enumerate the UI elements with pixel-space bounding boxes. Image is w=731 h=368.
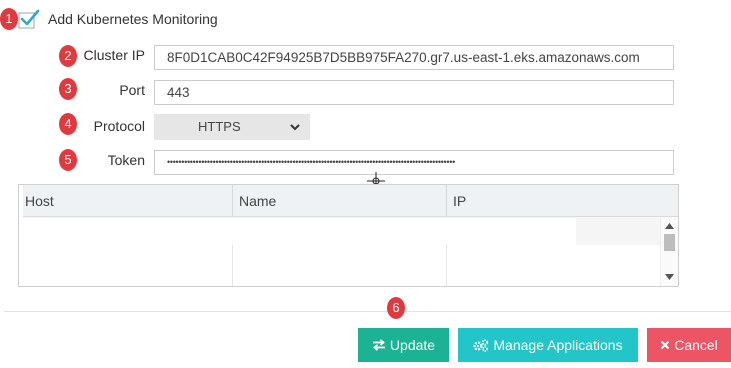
chevron-down-icon	[290, 124, 300, 131]
port-input[interactable]: 443	[154, 80, 674, 105]
cancel-button-label: Cancel	[674, 337, 718, 353]
table-row-blank	[23, 218, 576, 245]
step-badge-2: 2	[59, 45, 77, 67]
footer-divider	[4, 311, 731, 312]
column-host[interactable]: Host	[19, 185, 233, 217]
checkmark-icon[interactable]	[18, 9, 40, 29]
column-name[interactable]: Name	[233, 185, 447, 217]
port-label: Port	[119, 82, 145, 98]
add-kubernetes-monitoring-label: Add Kubernetes Monitoring	[48, 11, 218, 27]
cluster-ip-label: Cluster IP	[83, 47, 145, 63]
update-button[interactable]: Update	[358, 328, 449, 362]
step-badge-6: 6	[387, 297, 405, 319]
hosts-table: Host Name IP	[18, 184, 679, 287]
cogs-icon	[473, 338, 489, 352]
scroll-down-arrow-icon[interactable]	[665, 274, 674, 280]
table-scrollbar[interactable]	[660, 217, 678, 286]
close-icon	[660, 340, 670, 350]
token-label: Token	[107, 152, 145, 168]
scroll-up-arrow-icon[interactable]	[665, 223, 674, 229]
table-header-corner	[660, 185, 678, 217]
column-ip[interactable]: IP	[447, 185, 661, 217]
protocol-label: Protocol	[93, 118, 145, 134]
kubernetes-monitoring-dialog: 1 Add Kubernetes Monitoring 2 Cluster IP…	[0, 0, 731, 368]
table-edge	[19, 185, 23, 254]
table-header: Host Name IP	[19, 185, 661, 217]
cluster-ip-input[interactable]: 8F0D1CAB0C42F94925B7D5BB975FA270.gr7.us-…	[154, 45, 674, 70]
cancel-button[interactable]: Cancel	[647, 328, 731, 362]
update-button-label: Update	[389, 337, 436, 353]
token-input[interactable]: ••••••••••••••••••••••••••••••••••••••••…	[154, 150, 674, 175]
step-badge-5: 5	[59, 149, 77, 171]
scrollbar-thumb[interactable]	[664, 234, 675, 251]
protocol-select[interactable]: HTTPS	[154, 114, 310, 140]
manage-applications-label: Manage Applications	[493, 337, 623, 353]
exchange-arrows-icon	[372, 339, 385, 351]
add-kubernetes-monitoring-checkbox[interactable]: Add Kubernetes Monitoring	[18, 8, 218, 30]
manage-applications-button[interactable]: Manage Applications	[458, 328, 638, 362]
step-badge-4: 4	[59, 113, 77, 135]
step-badge-3: 3	[59, 78, 77, 100]
step-badge-1: 1	[0, 8, 18, 30]
protocol-select-value: HTTPS	[198, 119, 241, 134]
